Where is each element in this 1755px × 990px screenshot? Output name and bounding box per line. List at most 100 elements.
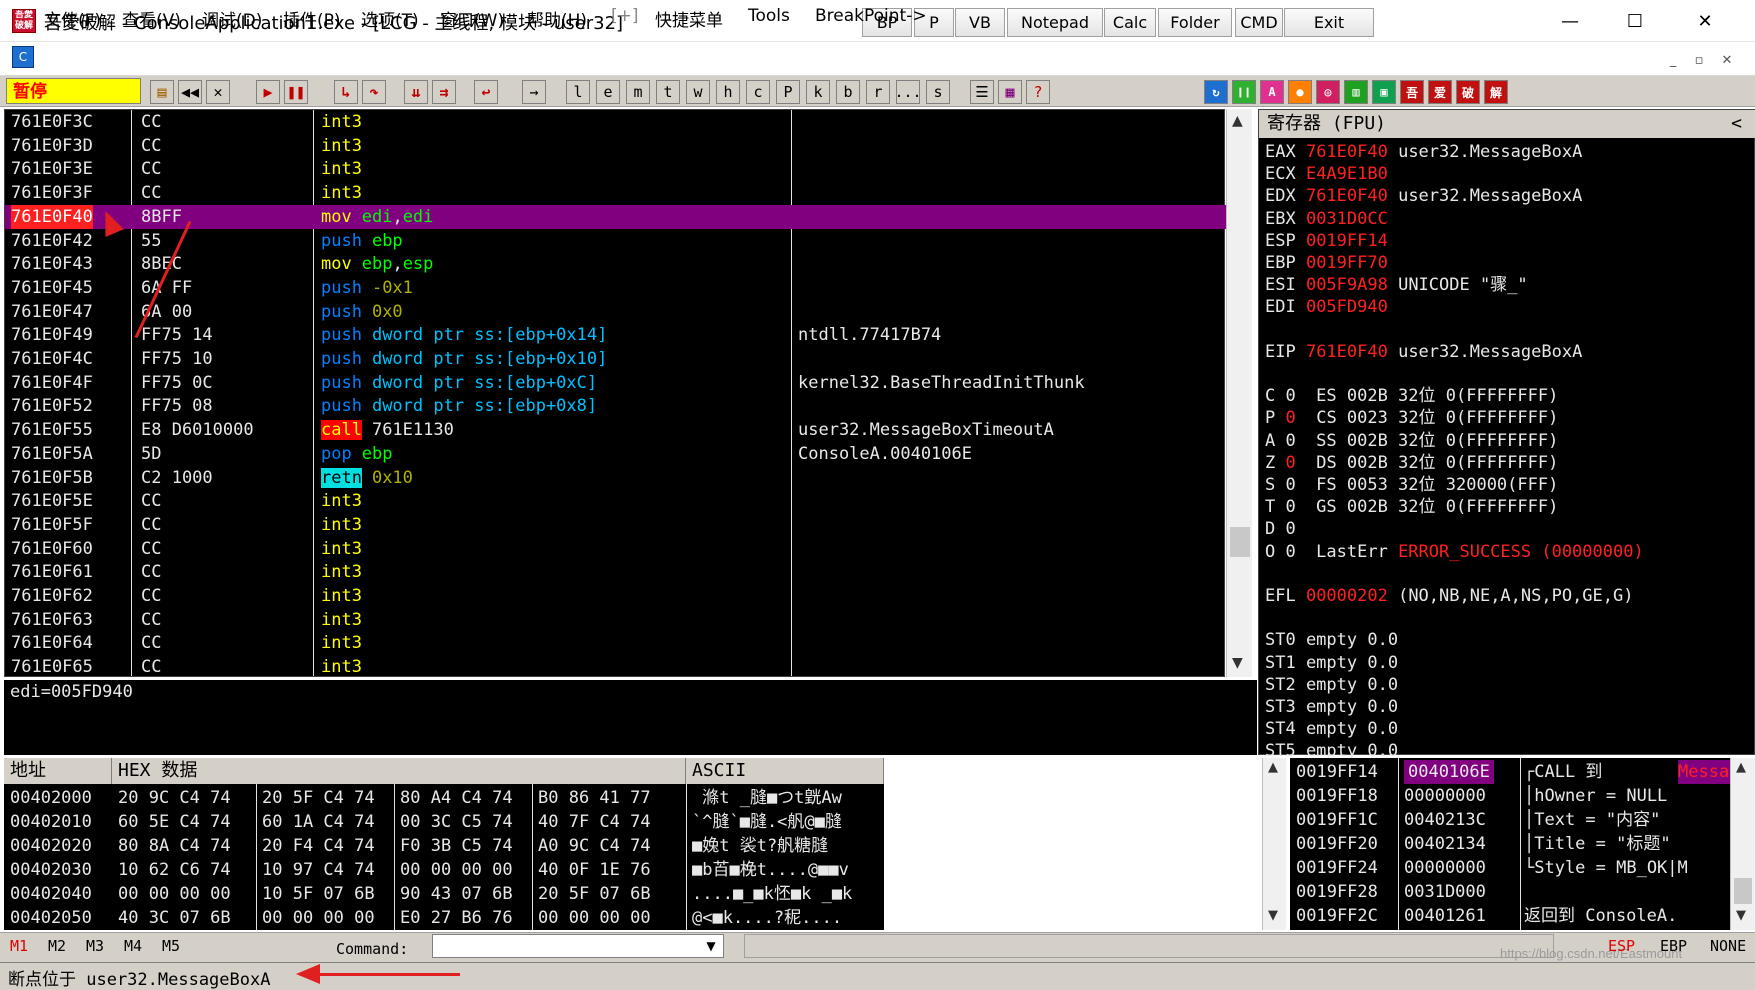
maximize-button[interactable]: ☐ [1600,0,1670,42]
register-line[interactable]: EAX 761E0F40 user32.MessageBoxA [1265,140,1582,164]
window-button-more[interactable]: ... [894,80,922,104]
register-line[interactable]: EDI 005FD940 [1265,295,1388,319]
register-line[interactable]: C 0 ES 002B 32位 0(FFFFFFFF) [1265,384,1558,408]
plugin-grid-icon[interactable]: ▣ [1372,80,1396,104]
dump-row[interactable]: 00402000 20 9C C4 74 20 5F C4 74 80 A4 C4 7… [4,786,884,810]
command-input[interactable] [432,934,724,958]
window-button-b[interactable]: b [836,80,860,104]
register-line[interactable]: A 0 SS 002B 32位 0(FFFFFFFF) [1265,429,1558,453]
plugin-jie-icon[interactable]: 解 [1484,80,1508,104]
register-line[interactable]: ST2 empty 0.0 [1265,673,1398,697]
window-button-k[interactable]: k [806,80,830,104]
memory-tab-m5[interactable]: M5 [162,937,180,955]
window-button-m[interactable]: m [626,80,650,104]
dump-header-address[interactable]: 地址 [4,758,112,784]
registers-pane[interactable]: 寄存器 (FPU) < EAX 761E0F40 user32.MessageBo… [1258,109,1755,761]
goto-icon[interactable]: → [522,80,546,104]
title-button-calc[interactable]: Calc [1104,8,1156,37]
window-button-t[interactable]: t [656,80,680,104]
register-line[interactable]: ST3 empty 0.0 [1265,695,1398,719]
window-button-r[interactable]: r [866,80,890,104]
plugin-a-icon[interactable]: A [1260,80,1284,104]
disassembly-row[interactable]: 761E0F4C FF75 10 push dword ptr ss:[ebp+0x1… [5,347,1226,371]
close-process-icon[interactable]: ✕ [206,80,230,104]
stack-row[interactable]: 0019FF2C 00401261 返回到 ConsoleA. [1290,904,1730,928]
window-button-l[interactable]: l [566,80,590,104]
window-button-w[interactable]: w [686,80,710,104]
disassembly-row[interactable]: 761E0F63 CC int3 [5,608,1226,632]
disassembly-row[interactable]: 761E0F49 FF75 14 push dword ptr ss:[ebp+0x1… [5,323,1226,347]
menu-item[interactable]: 查看(V) [122,6,181,31]
stack-row[interactable]: 0019FF24 00000000 └Style = MB_OK|M [1290,856,1730,880]
open-file-icon[interactable]: ▤ [150,80,174,104]
menu-item[interactable]: 帮助(H) [527,6,587,31]
window-button-e[interactable]: e [596,80,620,104]
scroll-up-icon[interactable]: ▲ [1736,760,1746,775]
scroll-down-icon[interactable]: ▼ [1268,908,1278,923]
disassembly-row[interactable]: 761E0F62 CC int3 [5,584,1226,608]
step-into-icon[interactable]: ↳ [334,80,358,104]
dump-header-ascii[interactable]: ASCII [686,758,884,784]
chevron-down-icon[interactable]: ▼ [700,936,722,956]
register-line[interactable]: ST4 empty 0.0 [1265,717,1398,741]
menu-item[interactable]: 选项(T) [361,6,419,31]
scroll-thumb[interactable] [1230,527,1250,557]
menu-item[interactable]: [+] [611,6,639,26]
menu-item[interactable]: 调试(D) [202,6,262,31]
dump-row[interactable]: 00402040 00 00 00 00 10 5F 07 6B 90 43 07 6… [4,882,884,906]
memory-tab-m3[interactable]: M3 [86,937,104,955]
disassembly-row[interactable]: 761E0F61 CC int3 [5,560,1226,584]
execute-till-return-icon[interactable]: ↩ [474,80,498,104]
disassembly-row[interactable]: 761E0F55 E8 D6010000 call 761E1130 user32.Me… [5,418,1226,442]
mdi-minimize-button[interactable]: _ [1662,50,1684,70]
minimize-button[interactable]: — [1535,0,1605,42]
register-line[interactable]: ESI 005F9A98 UNICODE "骤_" [1265,273,1528,297]
disassembly-row[interactable]: 761E0F64 CC int3 [5,631,1226,655]
help-icon[interactable]: ? [1026,80,1050,104]
plugin-ai-icon[interactable]: 爱 [1428,80,1452,104]
pause-icon[interactable]: ❚❚ [284,80,308,104]
title-button-folder[interactable]: Folder [1158,8,1232,37]
stack-row[interactable]: 0019FF18 00000000 │hOwner = NULL [1290,784,1730,808]
dump-scrollbar[interactable]: ▲ ▼ [1262,758,1286,930]
close-button[interactable]: ✕ [1670,0,1740,42]
dump-header-hex[interactable]: HEX 数据 [112,758,686,784]
window-button-P[interactable]: P [776,80,800,104]
scroll-up-icon[interactable]: ▲ [1232,113,1243,129]
register-line[interactable]: Z 0 DS 002B 32位 0(FFFFFFFF) [1265,451,1558,475]
disassembly-row[interactable]: 761E0F47 6A 00 push 0x0 [5,300,1226,324]
registers-header[interactable]: 寄存器 (FPU) < [1259,110,1755,138]
disassembly-row[interactable]: 761E0F3C CC int3 [5,110,1226,134]
disassembly-row[interactable]: 761E0F3F CC int3 [5,181,1226,205]
memory-tab-m1[interactable]: M1 [10,937,28,955]
disassembly-row[interactable]: 761E0F60 CC int3 [5,537,1226,561]
register-line[interactable]: EDX 761E0F40 user32.MessageBoxA [1265,184,1582,208]
stack-base-ebp[interactable]: EBP [1660,937,1687,955]
trace-over-icon[interactable]: ⇉ [432,80,456,104]
disassembly-row[interactable]: 761E0F3E CC int3 [5,157,1226,181]
stack-row[interactable]: 0019FF28 0031D000 [1290,880,1730,904]
disassembly-row[interactable]: 761E0F5F CC int3 [5,513,1226,537]
trace-into-icon[interactable]: ⇊ [404,80,428,104]
title-button-cmd[interactable]: CMD [1235,8,1283,37]
disassembly-row[interactable]: 761E0F5B C2 1000 retn 0x10 [5,466,1226,490]
stack-row[interactable]: 0019FF20 00402134 │Title = "标题" [1290,832,1730,856]
stack-row[interactable]: 0019FF1C 0040213C │Text = "内容" [1290,808,1730,832]
disassembly-row[interactable]: 761E0F5E CC int3 [5,489,1226,513]
plugin-wu-icon[interactable]: 吾 [1400,80,1424,104]
stack-pane[interactable]: 0019FF14 0040106E ┌CALL 到 Message 0019FF18 0… [1290,758,1750,930]
register-line[interactable]: P 0 CS 0023 32位 0(FFFFFFFF) [1265,406,1558,430]
plugin-circle-icon[interactable]: ● [1288,80,1312,104]
disassembly-pane[interactable]: 761E0F3C CC int3 761E0F3D CC int3 761E0F3E CC in… [4,109,1226,679]
disassembly-row[interactable]: 761E0F65 CC int3 [5,655,1226,679]
disassembly-row[interactable]: 761E0F42 55 push ebp [5,229,1226,253]
stack-base-none[interactable]: NONE [1710,937,1746,955]
dump-row[interactable]: 00402050 40 3C 07 6B 00 00 00 00 E0 27 B6 7… [4,906,884,930]
mdi-restore-button[interactable]: ▫ [1688,50,1710,70]
window-button-c[interactable]: c [746,80,770,104]
disassembly-row[interactable]: 761E0F4F FF75 0C push dword ptr ss:[ebp+0xC… [5,371,1226,395]
stack-base-esp[interactable]: ESP [1608,937,1635,955]
register-line[interactable]: EBP 0019FF70 [1265,251,1388,275]
disassembly-row[interactable]: 761E0F45 6A FF push -0x1 [5,276,1226,300]
scroll-down-icon[interactable]: ▼ [1736,908,1746,923]
